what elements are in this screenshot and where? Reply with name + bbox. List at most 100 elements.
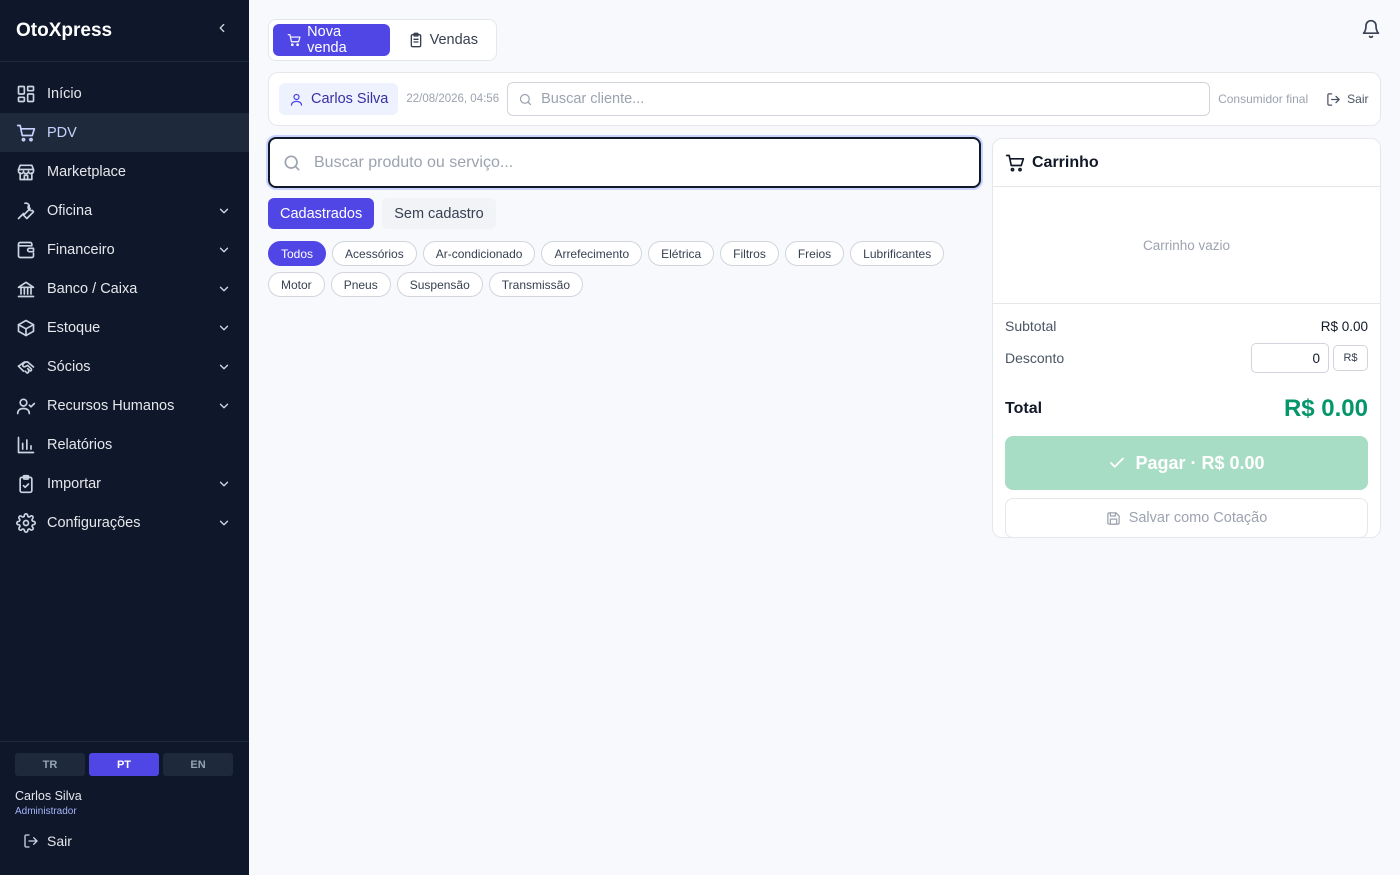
handshake-icon (16, 357, 36, 377)
total-value: R$ 0.00 (1283, 395, 1368, 422)
tab-vendas[interactable]: Vendas (394, 24, 492, 56)
tab-nova-venda[interactable]: Nova venda (273, 24, 390, 56)
language-tr-button[interactable]: TR (15, 753, 85, 776)
notifications-bell-icon[interactable] (1361, 19, 1381, 39)
sidebar-item-estoque[interactable]: Estoque (0, 308, 249, 347)
pay-button[interactable]: Pagar · R$ 0.00 (1005, 436, 1368, 490)
category-chip-eletrica[interactable]: Elétrica (648, 241, 715, 266)
pay-button-label: Pagar · R$ 0.00 (1135, 452, 1265, 473)
sidebar-item-label: PDV (47, 124, 77, 141)
user-name: Carlos Silva (15, 789, 82, 803)
category-chip-filtros[interactable]: Filtros (720, 241, 779, 266)
operator-chip[interactable]: Carlos Silva (279, 83, 399, 115)
sidebar-item-marketplace[interactable]: Marketplace (0, 152, 249, 191)
cart-panel: Carrinho Carrinho vazio Subtotal R$ 0.00… (992, 138, 1381, 538)
tab-cadastrados[interactable]: Cadastrados (268, 198, 375, 229)
sidebar-logout-button[interactable]: Sair (15, 833, 234, 849)
tab-vendas-label: Vendas (429, 32, 478, 48)
mode-tabs: Nova venda Vendas (268, 19, 497, 61)
sidebar-item-label: Recursos Humanos (47, 397, 175, 414)
chevron-down-icon (219, 481, 229, 486)
sidebar-item-configuracoes[interactable]: Configurações (0, 503, 249, 542)
sidebar-item-label: Estoque (47, 319, 101, 336)
chevron-down-icon (219, 403, 229, 408)
chevron-left-icon (219, 23, 225, 33)
tab-nova-venda-label: Nova venda (307, 24, 347, 56)
app-title: OtoXpress (16, 19, 113, 41)
category-chip-acessorios[interactable]: Acessórios (332, 241, 417, 266)
sidebar-header: OtoXpress (0, 0, 249, 62)
sidebar-item-socios[interactable]: Sócios (0, 347, 249, 386)
category-chip-motor[interactable]: Motor (268, 272, 325, 297)
language-pt-button[interactable]: PT (89, 753, 159, 776)
collapse-sidebar-button[interactable] (211, 17, 233, 44)
sidebar-item-banco-caixa[interactable]: Banco / Caixa (0, 269, 249, 308)
product-search (268, 137, 981, 188)
subtotal-row: Subtotal R$ 0.00 (1005, 304, 1368, 348)
customer-search-input[interactable] (541, 91, 1200, 107)
cart-header: Carrinho (993, 139, 1380, 187)
sidebar-logout-label: Sair (47, 833, 72, 849)
subtotal-value: R$ 0.00 (1320, 318, 1368, 334)
cart-icon (1005, 154, 1025, 172)
sidebar-item-label: Banco / Caixa (47, 280, 138, 297)
dashboard-icon (16, 84, 36, 104)
language-switcher: TR PT EN (15, 753, 234, 776)
category-chip-arrefecimento[interactable]: Arrefecimento (541, 241, 643, 266)
chevron-down-icon (219, 208, 229, 213)
cart-icon (16, 123, 36, 143)
chevron-down-icon (219, 364, 229, 369)
sidebar-item-pdv[interactable]: PDV (0, 113, 249, 152)
user-role: Administrador (15, 806, 77, 817)
total-row: Total R$ 0.00 (1005, 388, 1368, 430)
category-chip-freios[interactable]: Freios (784, 241, 845, 266)
discount-row: Desconto R$ (1005, 343, 1368, 373)
category-chip-pneus[interactable]: Pneus (330, 272, 391, 297)
discount-input[interactable] (1251, 343, 1329, 373)
clipboard-icon (410, 32, 421, 48)
wallet-icon (16, 240, 36, 260)
chevron-down-icon (219, 520, 229, 525)
main-content: Nova venda Vendas Carlos Silva 22/08/202… (249, 0, 1400, 875)
sidebar-nav: Início PDV Marketplace Oficina Financeiro Ban… (0, 62, 249, 542)
sidebar-item-label: Configurações (47, 514, 141, 531)
sidebar-item-label: Relatórios (47, 436, 113, 453)
discount-control: R$ (1251, 343, 1368, 373)
clipboard-check-icon (16, 474, 36, 494)
sidebar-item-recursos-humanos[interactable]: Recursos Humanos (0, 386, 249, 425)
search-icon (519, 93, 532, 105)
save-quote-button[interactable]: Salvar como Cotação (1005, 498, 1368, 538)
sidebar-item-financeiro[interactable]: Financeiro (0, 230, 249, 269)
sidebar-item-label: Marketplace (47, 163, 126, 180)
sidebar-item-importar[interactable]: Importar (0, 464, 249, 503)
category-filters: Todos Acessórios Ar-condicionado Arrefecime… (268, 241, 958, 297)
cart-icon (287, 34, 301, 47)
category-chip-todos[interactable]: Todos (268, 241, 327, 266)
sidebar-item-oficina[interactable]: Oficina (0, 191, 249, 230)
sale-datetime: 22/08/2026, 04:56 (406, 93, 500, 105)
language-en-button[interactable]: EN (163, 753, 233, 776)
sidebar-item-label: Importar (47, 475, 101, 492)
sidebar-item-relatorios[interactable]: Relatórios (0, 425, 249, 464)
tab-sem-cadastro[interactable]: Sem cadastro (382, 198, 496, 229)
logout-icon (24, 834, 38, 848)
save-icon (1106, 511, 1120, 525)
product-search-input[interactable] (314, 153, 967, 172)
discount-unit-toggle[interactable]: R$ (1333, 345, 1368, 371)
sidebar-item-label: Início (47, 85, 82, 102)
bar-chart-icon (16, 435, 36, 455)
sidebar-item-inicio[interactable]: Início (0, 74, 249, 113)
customer-logout-button[interactable]: Sair (1326, 92, 1368, 107)
box-icon (16, 318, 36, 338)
search-icon (284, 155, 300, 170)
final-consumer-button[interactable]: Consumidor final (1218, 92, 1308, 106)
category-chip-transmissao[interactable]: Transmissão (488, 272, 584, 297)
operator-name: Carlos Silva (311, 91, 389, 107)
source-tabs: Cadastrados Sem cadastro (268, 198, 496, 229)
category-chip-ar-condicionado[interactable]: Ar-condicionado (422, 241, 536, 266)
chevron-down-icon (219, 247, 229, 252)
user-check-icon (16, 396, 36, 416)
category-chip-suspensao[interactable]: Suspensão (396, 272, 483, 297)
category-chip-lubrificantes[interactable]: Lubrificantes (850, 241, 945, 266)
check-icon (1110, 457, 1125, 468)
